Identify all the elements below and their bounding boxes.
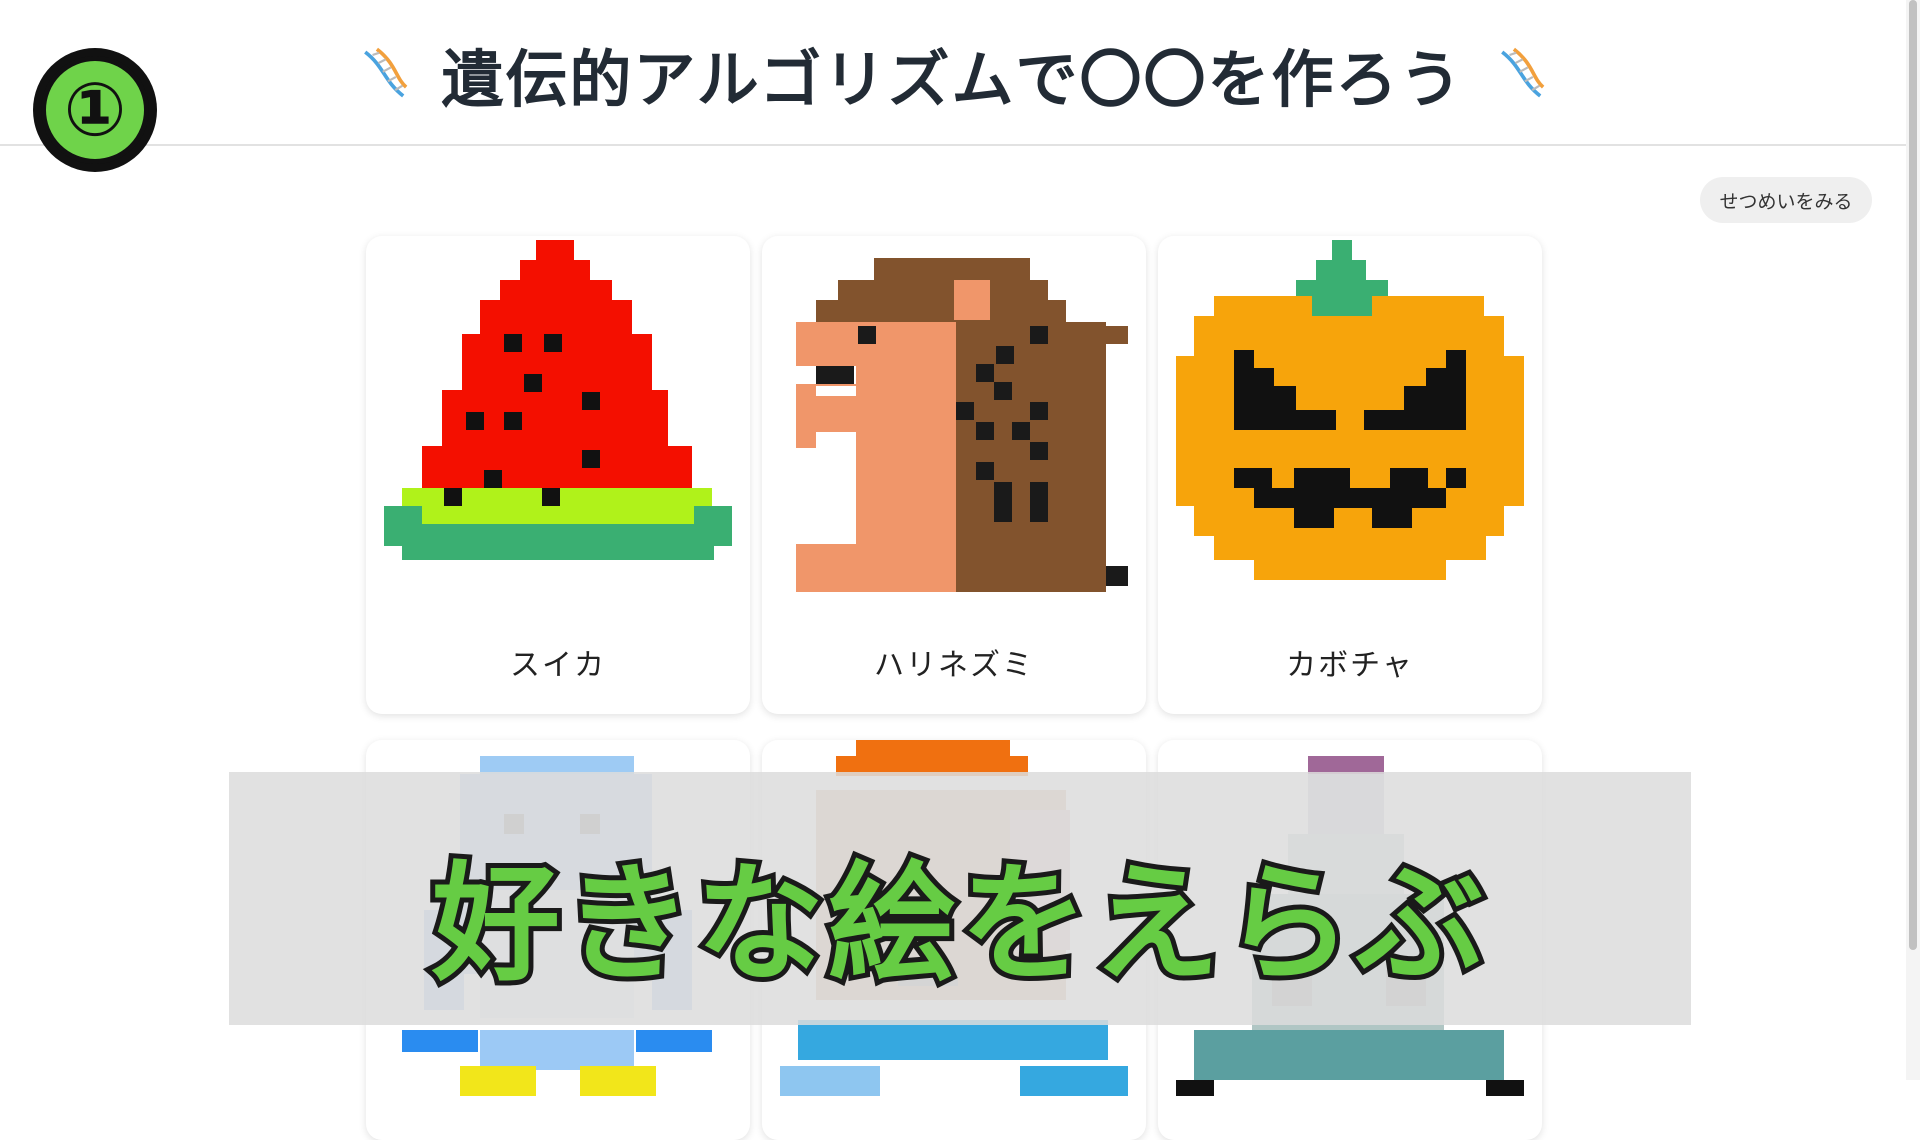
pumpkin-pixel-art <box>1176 240 1524 580</box>
scrollbar-thumb[interactable] <box>1909 0 1917 950</box>
card-label: スイカ <box>510 648 606 683</box>
hedgehog-pixel-art <box>796 258 1128 592</box>
card-watermelon[interactable]: スイカ <box>366 236 750 714</box>
page-title: 遺伝的アルゴリズムで〇〇を作ろう <box>441 43 1464 116</box>
card-label: ハリネズミ <box>874 648 1034 683</box>
dna-icon <box>1500 47 1544 98</box>
step-badge: ① <box>33 48 157 172</box>
card-label: カボチャ <box>1286 648 1414 683</box>
step-number: ① <box>63 67 127 153</box>
caption: 好きな絵をえらぶ <box>229 820 1691 1005</box>
card-pumpkin[interactable]: カボチャ <box>1158 236 1542 714</box>
dna-icon <box>364 47 408 98</box>
app-header: 遺伝的アルゴリズムで〇〇を作ろう <box>0 0 1906 146</box>
watermelon-pixel-art <box>384 240 732 560</box>
card-hedgehog[interactable]: ハリネズミ <box>762 236 1146 714</box>
scrollbar[interactable] <box>1906 0 1920 1080</box>
caption-text: 好きな絵をえらぶ <box>427 845 1489 1004</box>
title-bar: 遺伝的アルゴリズムで〇〇を作ろう <box>355 28 1550 120</box>
explain-button[interactable]: せつめいをみる <box>1700 177 1872 223</box>
